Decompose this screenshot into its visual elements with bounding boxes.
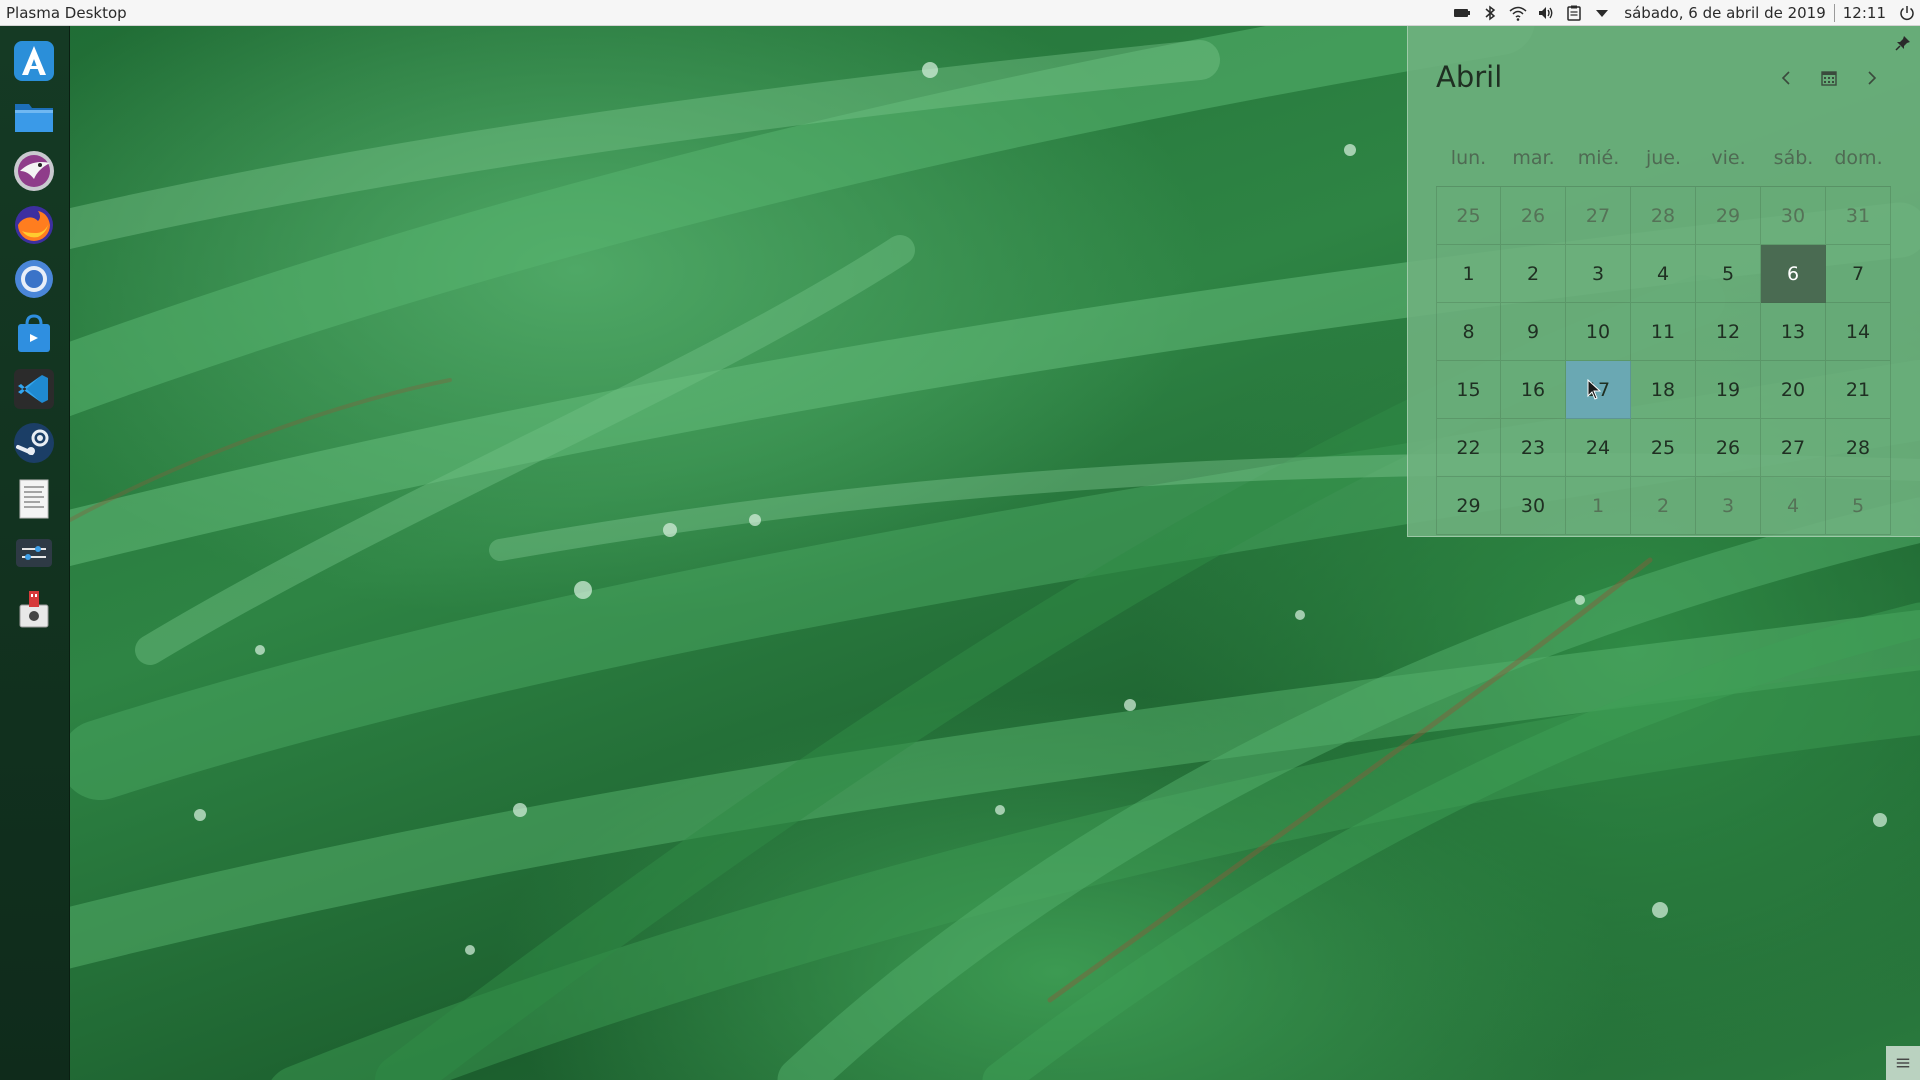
weekday-header: mié.: [1566, 129, 1631, 187]
clock-date[interactable]: sábado, 6 de abril de 2019: [1616, 4, 1833, 22]
hamburger-menu-icon: [1896, 1058, 1910, 1068]
calendar-day[interactable]: 28: [1631, 187, 1696, 245]
kde-discover-icon[interactable]: [11, 38, 57, 84]
calendar-day[interactable]: 22: [1436, 419, 1501, 477]
volume-icon[interactable]: [1532, 0, 1560, 26]
bluetooth-icon[interactable]: [1476, 0, 1504, 26]
wifi-icon[interactable]: [1504, 0, 1532, 26]
calendar-icon: [1821, 71, 1837, 86]
calendar-day[interactable]: 8: [1436, 303, 1501, 361]
system-settings-icon[interactable]: [11, 530, 57, 576]
chevron-left-icon: [1781, 71, 1790, 85]
firefox-icon[interactable]: [11, 202, 57, 248]
calendar-day[interactable]: 1: [1566, 477, 1631, 535]
battery-icon[interactable]: [1448, 0, 1476, 26]
calendar-day[interactable]: 15: [1436, 361, 1501, 419]
weekday-header: jue.: [1631, 129, 1696, 187]
calendar-day[interactable]: 5: [1696, 245, 1761, 303]
calendar-day[interactable]: 2: [1501, 245, 1566, 303]
calendar-day[interactable]: 4: [1761, 477, 1826, 535]
calendar-day[interactable]: 5: [1826, 477, 1891, 535]
top-panel: Plasma Desktop sábado, 6 de abril de 201…: [0, 0, 1920, 26]
calendar-day[interactable]: 7: [1826, 245, 1891, 303]
calendar-day[interactable]: 18: [1631, 361, 1696, 419]
prev-month-button[interactable]: [1774, 65, 1800, 91]
calendar-day[interactable]: 24: [1566, 419, 1631, 477]
calendar-day[interactable]: 29: [1436, 477, 1501, 535]
chromium-icon[interactable]: [11, 256, 57, 302]
software-store-icon[interactable]: [11, 311, 57, 357]
steam-icon[interactable]: [11, 420, 57, 466]
vscode-icon[interactable]: [11, 366, 57, 412]
weekday-header: vie.: [1696, 129, 1761, 187]
calendar-day[interactable]: 3: [1696, 477, 1761, 535]
calendar-day[interactable]: 19: [1696, 361, 1761, 419]
mouse-cursor: [1587, 378, 1603, 401]
today-button[interactable]: [1816, 65, 1842, 91]
calendar-day[interactable]: 30: [1761, 187, 1826, 245]
calendar-day[interactable]: 14: [1826, 303, 1891, 361]
calendar-day[interactable]: 27: [1566, 187, 1631, 245]
calendar-day[interactable]: 25: [1436, 187, 1501, 245]
calendar-day[interactable]: 25: [1631, 419, 1696, 477]
calendar-day[interactable]: 4: [1631, 245, 1696, 303]
clipboard-icon[interactable]: [1560, 0, 1588, 26]
calendar-day[interactable]: 11: [1631, 303, 1696, 361]
eagle-browser-icon[interactable]: [11, 148, 57, 194]
calendar-popup: Abril lun. mar. mié. jue. vie. sáb. dom. 25 26 27…: [1407, 26, 1920, 537]
next-month-button[interactable]: [1858, 65, 1884, 91]
file-manager-icon[interactable]: [11, 93, 57, 139]
tray-expand-icon[interactable]: [1588, 0, 1616, 26]
chevron-right-icon: [1868, 71, 1877, 85]
calendar-day[interactable]: 9: [1501, 303, 1566, 361]
pin-icon[interactable]: [1894, 34, 1912, 52]
calendar-day[interactable]: 31: [1826, 187, 1891, 245]
weekday-header: sáb.: [1761, 129, 1826, 187]
calendar-day-today[interactable]: 6: [1761, 245, 1826, 303]
calendar-day[interactable]: 26: [1501, 187, 1566, 245]
calendar-day[interactable]: 29: [1696, 187, 1761, 245]
weekday-header: mar.: [1501, 129, 1566, 187]
calendar-day[interactable]: 3: [1566, 245, 1631, 303]
calendar-day[interactable]: 1: [1436, 245, 1501, 303]
calendar-day[interactable]: 21: [1826, 361, 1891, 419]
calendar-day[interactable]: 26: [1696, 419, 1761, 477]
calendar-day[interactable]: 13: [1761, 303, 1826, 361]
weekday-header: dom.: [1826, 129, 1891, 187]
text-editor-icon[interactable]: [11, 476, 57, 522]
calendar-day[interactable]: 28: [1826, 419, 1891, 477]
month-title: Abril: [1436, 60, 1503, 94]
desktop-toolbox-button[interactable]: [1886, 1046, 1920, 1080]
calendar-day[interactable]: 12: [1696, 303, 1761, 361]
calendar-day[interactable]: 10: [1566, 303, 1631, 361]
calendar-day[interactable]: 27: [1761, 419, 1826, 477]
weekday-header: lun.: [1436, 129, 1501, 187]
active-window-title: Plasma Desktop: [6, 3, 127, 22]
calendar-day[interactable]: 20: [1761, 361, 1826, 419]
clock-time[interactable]: 12:11: [1835, 4, 1894, 22]
calendar-day[interactable]: 23: [1501, 419, 1566, 477]
usb-writer-icon[interactable]: [11, 586, 57, 632]
calendar-grid: lun. mar. mié. jue. vie. sáb. dom. 25 26 27 28 29 30…: [1436, 129, 1891, 535]
calendar-day[interactable]: 2: [1631, 477, 1696, 535]
power-icon[interactable]: [1894, 0, 1920, 26]
calendar-day[interactable]: 30: [1501, 477, 1566, 535]
calendar-day[interactable]: 16: [1501, 361, 1566, 419]
left-dock: [0, 26, 70, 1080]
system-tray: sábado, 6 de abril de 2019 12:11: [1448, 0, 1920, 26]
